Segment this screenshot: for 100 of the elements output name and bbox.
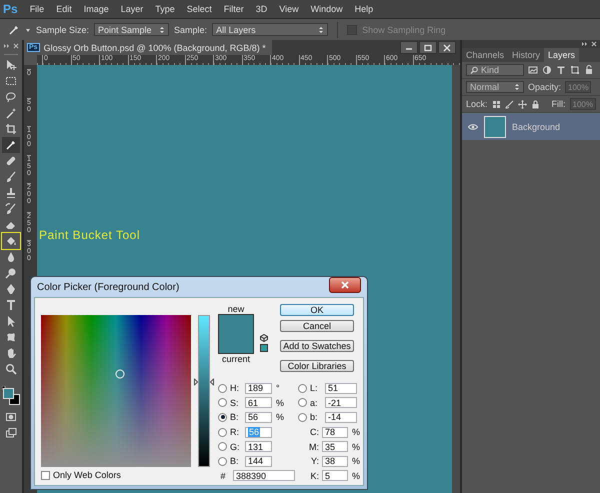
panel-tab[interactable]: Channels (462, 48, 508, 62)
close-icon (341, 281, 349, 289)
radio-button[interactable] (298, 398, 307, 408)
drop-icon (5, 251, 17, 263)
radio-button[interactable] (218, 442, 227, 452)
quick-mask-icon (5, 411, 17, 423)
web-colors-label: Only Web Colors (53, 470, 121, 480)
caret-icon (25, 26, 31, 32)
field-label: H: (229, 383, 240, 394)
unit-label: % (275, 398, 284, 408)
current-label: current (220, 354, 251, 364)
eraser-icon (5, 219, 17, 231)
value-field[interactable]: -21 (325, 397, 357, 408)
scrollbar[interactable] (452, 65, 460, 493)
pointer-arrow-icon (5, 315, 17, 327)
hex-field[interactable]: 388390 (233, 470, 295, 482)
field-label: B: (229, 412, 240, 422)
radio-button[interactable] (218, 398, 227, 408)
maximize-button[interactable] (419, 41, 437, 54)
value-field[interactable]: 35 (322, 441, 348, 452)
color-swatches[interactable] (3, 388, 20, 405)
field-label: C: (308, 427, 320, 438)
field-label: b: (309, 412, 319, 422)
radio-button[interactable] (298, 412, 307, 422)
move-lock-icon (518, 100, 527, 108)
dialog-button[interactable]: Cancel (280, 320, 354, 332)
value-field[interactable]: 131 (245, 441, 272, 452)
sample-size-dropdown[interactable]: Point Sample (94, 23, 170, 36)
menu-item[interactable]: Help (348, 4, 380, 14)
document-tab-title[interactable]: Glossy Orb Button.psd @ 100% (Background, RGB/8) * (44, 42, 266, 52)
value-field[interactable]: 78 (322, 426, 348, 438)
sample-dropdown[interactable]: All Layers (212, 23, 328, 36)
field-label: Y: (310, 456, 320, 466)
minimize-button[interactable] (400, 41, 418, 54)
layer-row[interactable]: Background (462, 113, 600, 140)
field-label: M: (308, 442, 320, 452)
panel-tab[interactable]: Layers (544, 48, 580, 62)
lock-icon (530, 100, 540, 108)
value-field[interactable]: 5 (322, 470, 348, 482)
shape-filter-icon (570, 65, 580, 75)
unit-label: % (351, 427, 360, 438)
color-selector-ring[interactable] (115, 370, 124, 379)
menu-item[interactable]: File (24, 4, 50, 14)
radio-button[interactable] (218, 412, 227, 422)
search-icon (470, 66, 478, 74)
value-field[interactable]: 51 (325, 382, 357, 394)
maximize-icon (424, 44, 432, 52)
dodge-icon (5, 267, 17, 279)
smart-object-filter-icon (584, 65, 594, 75)
field-label: K: (309, 470, 320, 481)
eyedropper-icon (8, 24, 20, 36)
dialog-button[interactable]: OK (280, 304, 354, 316)
menu-item[interactable]: Select (180, 4, 218, 14)
collapse-icon (582, 41, 587, 47)
panel-tab[interactable]: History (508, 48, 544, 62)
menu-item[interactable]: Layer (114, 4, 150, 14)
layer-thumbnail (484, 116, 506, 138)
radio-button[interactable] (298, 384, 307, 393)
menu-item[interactable]: 3D (250, 4, 274, 14)
web-colors-checkbox[interactable] (41, 470, 50, 480)
tool-button[interactable] (2, 233, 20, 249)
lock-pixels-icon (492, 100, 501, 108)
close-button[interactable] (438, 41, 456, 54)
radio-button[interactable] (218, 384, 227, 393)
value-field[interactable]: 56 (245, 412, 272, 423)
radio-button[interactable] (218, 428, 227, 437)
image-filter-icon (528, 65, 538, 75)
sample-size-label: Sample Size: (36, 24, 90, 34)
menu-item[interactable]: Type (149, 4, 181, 14)
dialog-title: Color Picker (Foreground Color) (37, 282, 180, 292)
close-button[interactable] (329, 277, 361, 293)
value-field[interactable]: 144 (245, 456, 272, 467)
radio-button[interactable] (218, 456, 227, 466)
paint-bucket-icon (5, 235, 17, 247)
color-field[interactable] (41, 315, 191, 467)
unit-label: % (275, 412, 284, 422)
web-safe-swatch-icon (260, 344, 268, 352)
stamp-icon (5, 187, 17, 199)
brightness-slider[interactable] (198, 315, 210, 467)
updown-arrows-icon (159, 26, 166, 34)
menu-item[interactable]: Edit (50, 4, 78, 14)
unit-label: ° (275, 383, 281, 394)
dialog-button[interactable]: Add to Swatches (280, 340, 354, 352)
menu-item[interactable]: Image (78, 4, 115, 14)
value-field[interactable]: -14 (325, 412, 357, 423)
dialog-button[interactable]: Color Libraries (280, 360, 354, 372)
tool-button[interactable] (2, 137, 20, 153)
close-icon (591, 41, 597, 47)
shape-icon (5, 331, 17, 343)
menu-item[interactable]: View (273, 4, 305, 14)
fill-label: Fill: (552, 99, 566, 109)
type-filter-icon (556, 65, 566, 75)
value-field[interactable]: 61 (245, 397, 272, 408)
move-arrow-icon (5, 59, 17, 71)
pen-icon (5, 283, 17, 295)
menu-item[interactable]: Window (304, 4, 349, 14)
value-field[interactable]: 189 (245, 382, 272, 394)
history-brush-icon (5, 203, 17, 215)
menu-item[interactable]: Filter (218, 4, 250, 14)
value-field[interactable]: 38 (322, 456, 348, 467)
